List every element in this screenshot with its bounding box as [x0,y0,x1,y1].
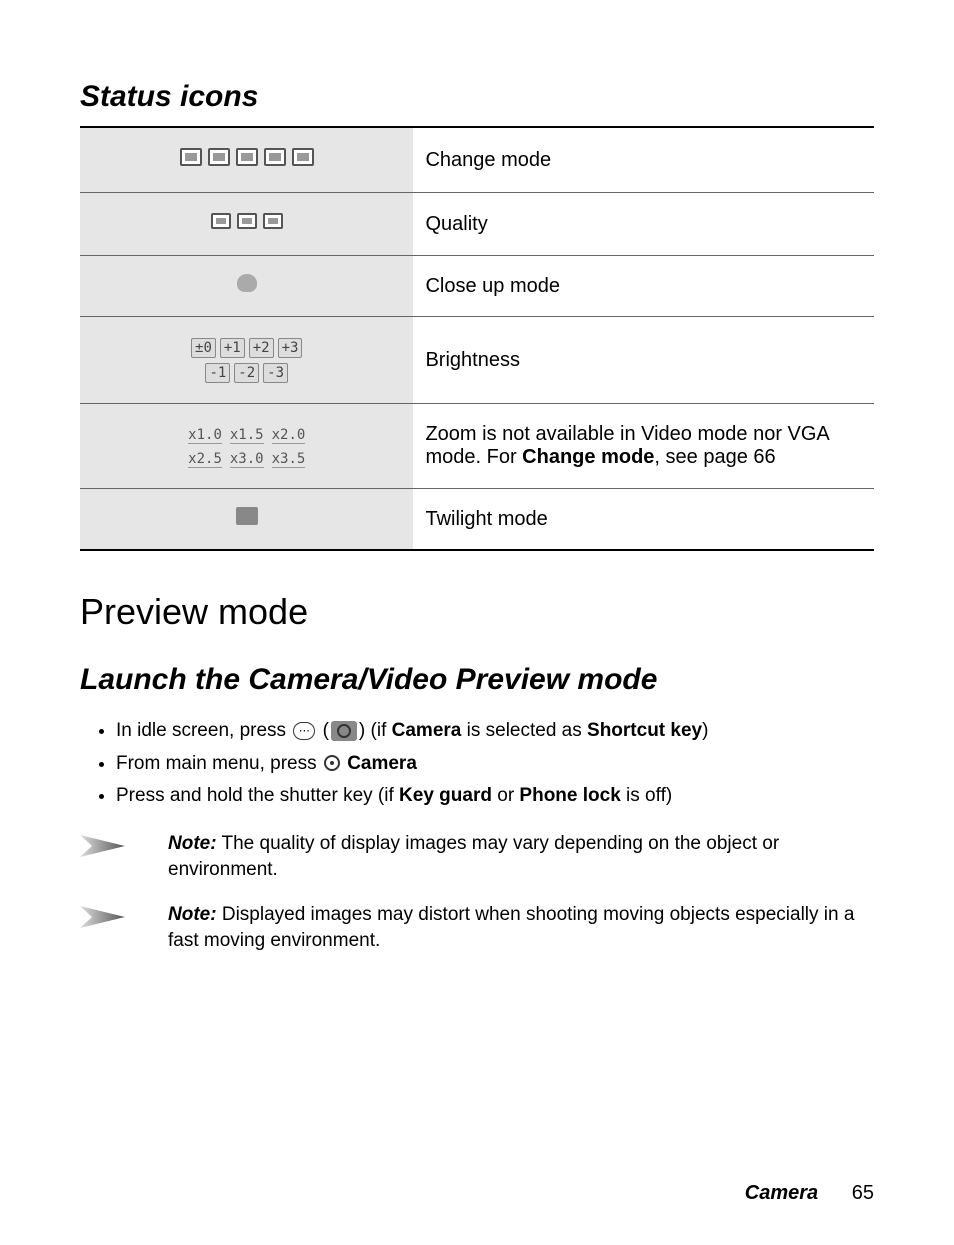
table-row: Twilight mode [80,489,874,551]
note-text: Note: The quality of display images may … [168,831,874,884]
brightness-icon: ±0 [191,338,216,358]
heading-preview-mode: Preview mode [80,591,874,633]
closeup-icon [237,274,257,292]
camera-icon [331,721,357,741]
instruction-list: In idle screen, press ⋯ () (if Camera is… [116,717,874,811]
icons-cell [80,256,413,317]
nav-center-icon [324,755,340,771]
note-block: Note: Displayed images may distort when … [80,902,874,955]
mode-icon [180,148,202,166]
icons-cell: x1.0 x1.5 x2.0 x2.5 x3.0 x3.5 [80,404,413,489]
description-cell: Twilight mode [413,489,874,551]
twilight-icon [236,507,258,525]
table-row: ±0+1+2+3 -1-2-3 Brightness [80,317,874,404]
description-cell: Zoom is not available in Video mode nor … [413,404,874,489]
table-row: x1.0 x1.5 x2.0 x2.5 x3.0 x3.5 Zoom is not avai… [80,404,874,489]
icons-cell [80,489,413,551]
brightness-icon: +1 [220,338,245,358]
icons-cell [80,128,413,193]
description-cell: Quality [413,193,874,256]
icons-cell: ±0+1+2+3 -1-2-3 [80,317,413,404]
description-cell: Close up mode [413,256,874,317]
description-cell: Change mode [413,128,874,193]
zoom-icon: x3.0 [230,451,264,468]
note-text: Note: Displayed images may distort when … [168,902,874,955]
mode-icon [292,148,314,166]
zoom-icon: x1.5 [230,427,264,444]
brightness-icon: +3 [278,338,303,358]
heading-launch: Launch the Camera/Video Preview mode [80,663,874,697]
zoom-icon: x1.0 [188,427,222,444]
note-arrow-icon [80,902,168,938]
mode-icon [208,148,230,166]
brightness-icon: -2 [234,363,259,383]
page-footer: Camera 65 [745,1182,874,1205]
quality-icon [263,213,283,229]
mode-icon [236,148,258,166]
quality-icon [211,213,231,229]
zoom-icon: x2.0 [272,427,306,444]
list-item: In idle screen, press ⋯ () (if Camera is… [116,717,874,746]
list-item: Press and hold the shutter key (if Key g… [116,782,874,811]
brightness-icon: -3 [263,363,288,383]
description-cell: Brightness [413,317,874,404]
softkey-icon: ⋯ [293,722,315,740]
quality-icon [237,213,257,229]
status-icons-table: Change modeQualityClose up mode±0+1+2+3-… [80,128,874,551]
brightness-icon: -1 [205,363,230,383]
table-row: Change mode [80,128,874,193]
table-row: Quality [80,193,874,256]
icons-cell [80,193,413,256]
note-arrow-icon [80,831,168,867]
heading-status-icons: Status icons [80,80,874,114]
note-block: Note: The quality of display images may … [80,831,874,884]
list-item: From main menu, press Camera [116,750,874,779]
table-row: Close up mode [80,256,874,317]
footer-page-number: 65 [852,1182,874,1204]
brightness-icon: +2 [249,338,274,358]
zoom-icon: x2.5 [188,451,222,468]
mode-icon [264,148,286,166]
zoom-icon: x3.5 [272,451,306,468]
footer-chapter: Camera [745,1182,818,1204]
